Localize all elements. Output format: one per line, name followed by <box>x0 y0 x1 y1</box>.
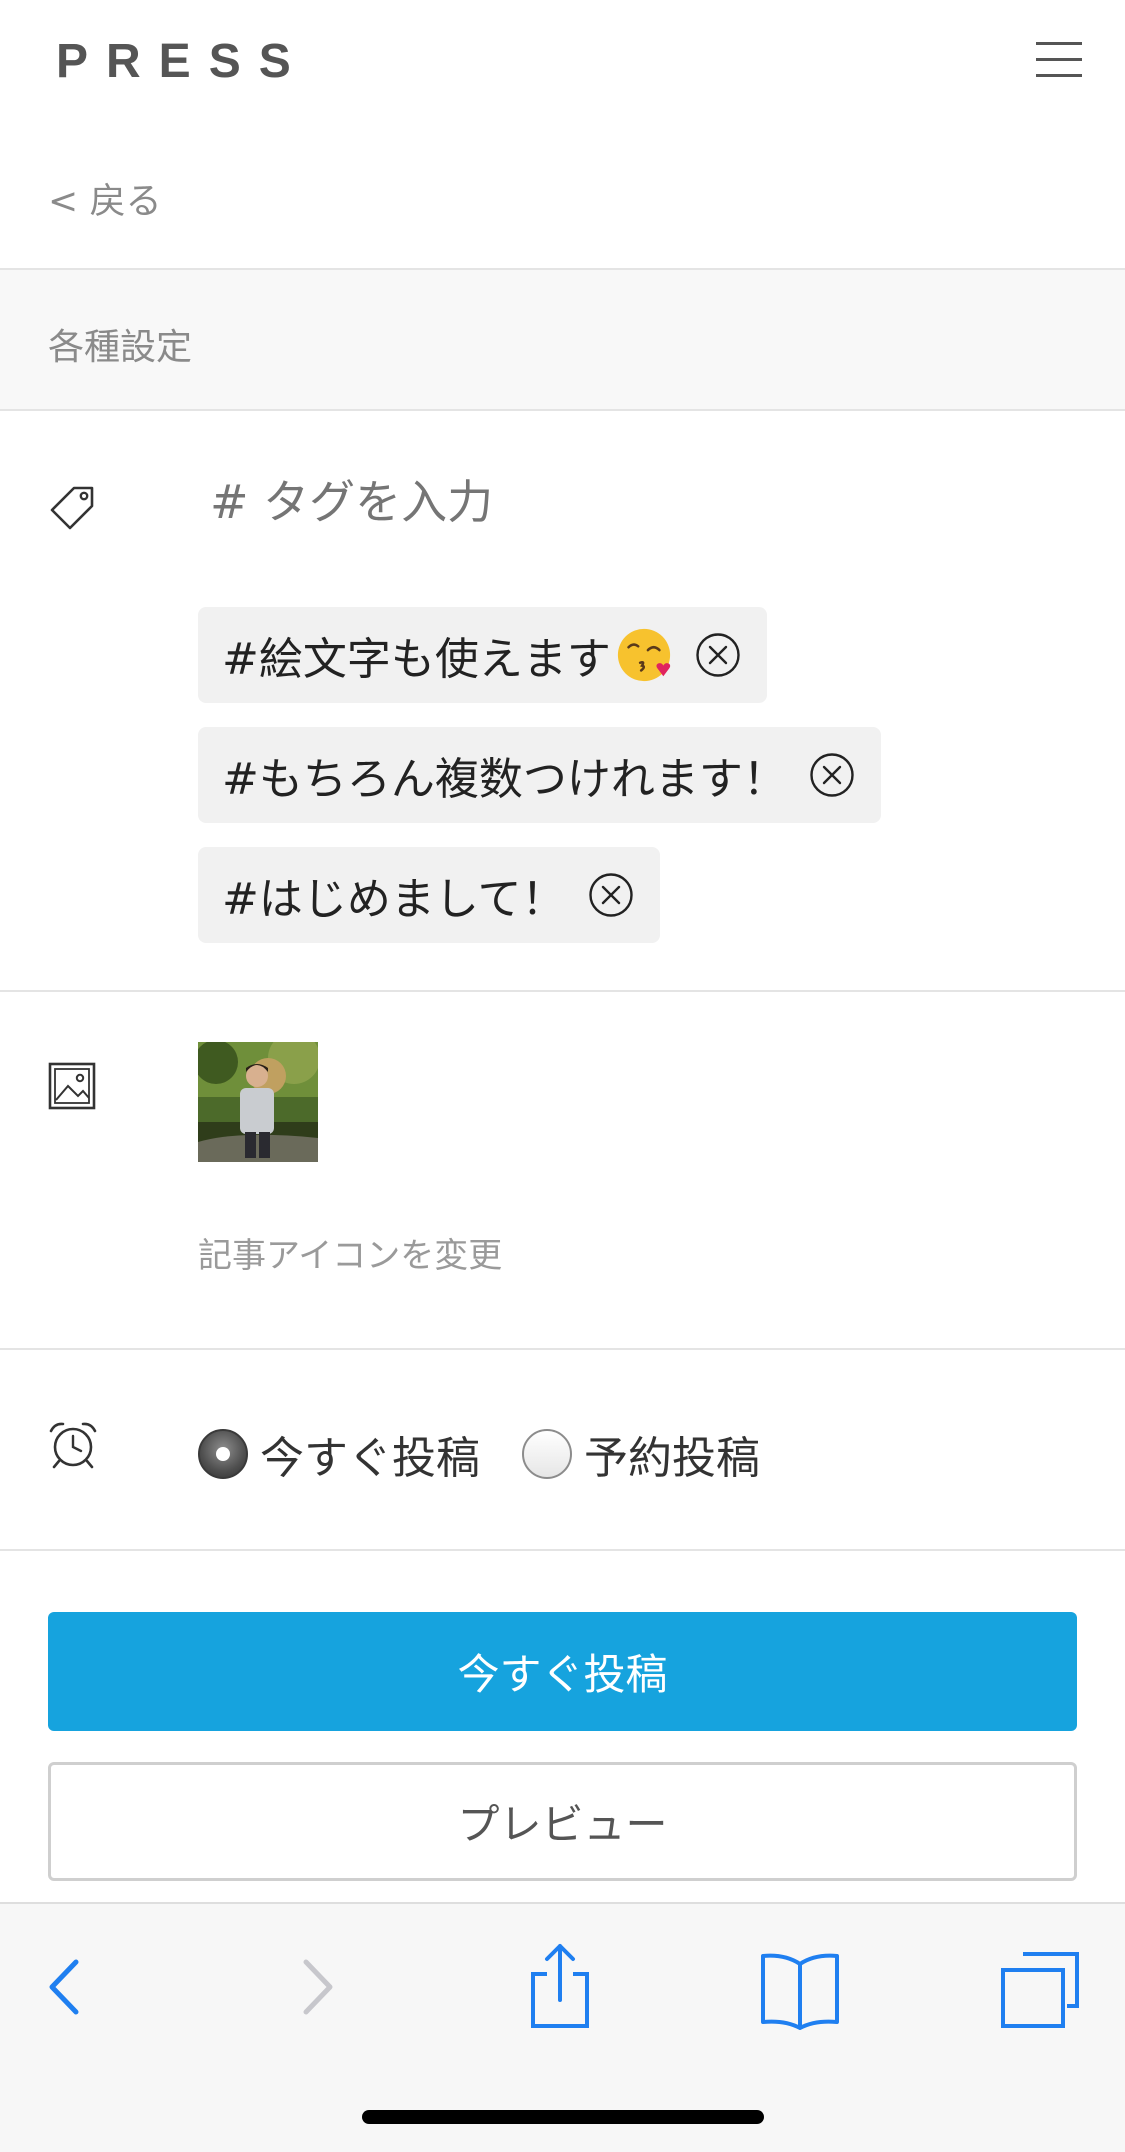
kissing-face-with-heart-emoji <box>617 628 671 682</box>
tag-chip-label: #はじめまして！ <box>222 874 566 925</box>
radio-post-now[interactable]: 今すぐ投稿 <box>198 1422 480 1486</box>
page: PRESS < 戻る 各種設定 #絵文字も使えます #もちろん複数つけ <box>0 0 1125 2152</box>
image-icon <box>48 1062 96 1110</box>
back-chevron-icon[interactable] <box>20 1942 110 2032</box>
alarm-clock-icon <box>49 1422 97 1469</box>
radio-label: 今すぐ投稿 <box>260 1433 480 1484</box>
hamburger-menu-icon[interactable] <box>1036 42 1082 78</box>
tag-icon <box>50 486 94 530</box>
tag-chip: #絵文字も使えます <box>198 607 767 703</box>
divider <box>0 990 1125 992</box>
radio-unselected-indicator[interactable] <box>522 1429 572 1479</box>
radio-scheduled-post[interactable]: 予約投稿 <box>522 1422 760 1486</box>
tag-chip-label: #絵文字も使えます <box>222 634 611 685</box>
post-now-button[interactable]: 今すぐ投稿 <box>48 1612 1077 1731</box>
share-icon[interactable] <box>515 1942 605 2032</box>
preview-button[interactable]: プレビュー <box>48 1762 1077 1881</box>
tabs-icon[interactable] <box>995 1942 1085 2032</box>
post-timing-radio-group: 今すぐ投稿 予約投稿 <box>198 1426 802 1484</box>
tag-chip: #もちろん複数つけれます！ <box>198 727 881 823</box>
remove-tag-icon[interactable] <box>588 872 634 918</box>
section-title: 各種設定 <box>48 327 193 368</box>
remove-tag-icon[interactable] <box>695 632 741 678</box>
forward-chevron-icon[interactable] <box>272 1942 362 2032</box>
bookmarks-icon[interactable] <box>755 1942 845 2032</box>
settings-section-header: 各種設定 <box>0 268 1125 411</box>
tag-chip-label: #もちろん複数つけれます！ <box>222 754 787 805</box>
person-photo-thumbnail <box>198 1042 318 1162</box>
change-article-icon-link[interactable]: 記事アイコンを変更 <box>198 1228 502 1277</box>
remove-tag-icon[interactable] <box>809 752 855 798</box>
back-link[interactable]: < 戻る <box>48 172 162 224</box>
divider <box>0 1348 1125 1350</box>
tag-chip: #はじめまして！ <box>198 847 660 943</box>
article-thumbnail[interactable] <box>198 1042 318 1162</box>
home-indicator <box>362 2110 764 2124</box>
app-header: PRESS <box>0 0 1125 130</box>
divider <box>0 1549 1125 1551</box>
radio-label: 予約投稿 <box>584 1433 760 1484</box>
logo: PRESS <box>56 35 309 88</box>
radio-selected-indicator[interactable] <box>198 1429 248 1479</box>
tag-input[interactable] <box>210 475 782 529</box>
